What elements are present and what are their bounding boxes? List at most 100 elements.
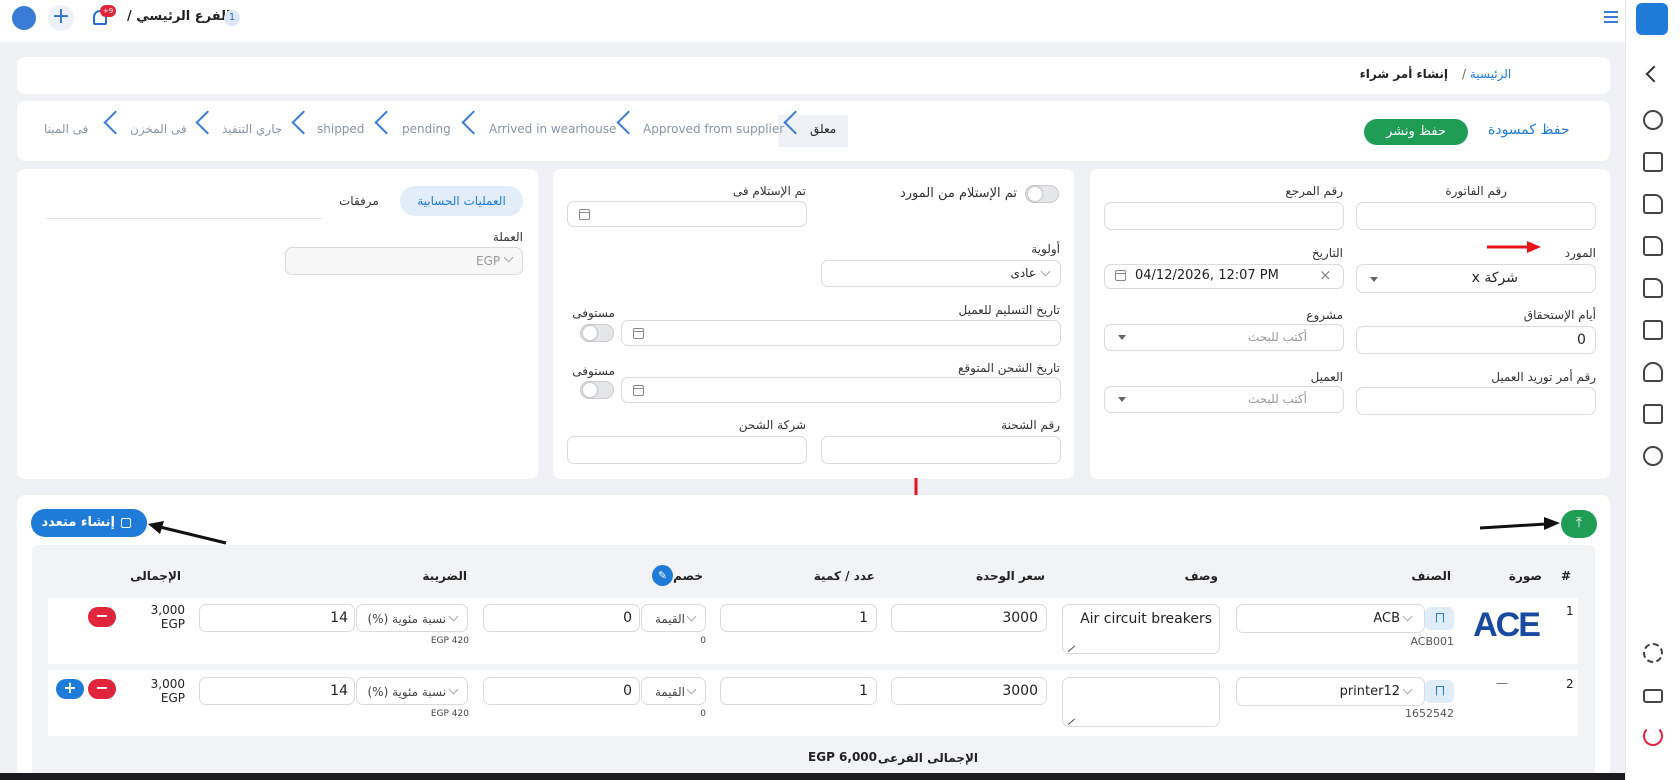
reports-chart-icon[interactable] [1643, 446, 1663, 466]
delivery-date-label: تاريخ التسليم للعميل [958, 303, 1060, 317]
package-icon[interactable] [1643, 404, 1663, 424]
currency-value: EGP [476, 254, 501, 268]
breadcrumb-current: إنشاء أمر شراء [1359, 67, 1448, 81]
users-icon[interactable] [1643, 362, 1663, 382]
remove-row-button[interactable]: − [88, 607, 116, 627]
fulfilled-toggle-2[interactable] [580, 381, 614, 399]
shipping-company-input[interactable] [567, 436, 807, 464]
received-at-calendar-icon[interactable] [579, 209, 590, 220]
document-money-icon[interactable] [1643, 278, 1663, 298]
due-days-input[interactable] [1356, 326, 1596, 354]
unit-price-value: 3000 [1002, 683, 1038, 699]
shipment-no-input[interactable] [821, 436, 1061, 464]
dashboard-icon[interactable] [1643, 110, 1663, 130]
save-draft-button[interactable]: حفظ كمسودة [1488, 122, 1570, 138]
item-value: ACB [1373, 611, 1400, 626]
red-arrow-supplier [1487, 241, 1541, 253]
bookmark-icon[interactable] [1425, 607, 1454, 630]
supplier-dropdown-icon[interactable] [1370, 277, 1378, 282]
project-dropdown-icon[interactable] [1118, 335, 1126, 340]
tax-value: 14 [330, 610, 348, 626]
stage-5[interactable]: جاري التنفيذ [222, 122, 282, 136]
project-label: مشروع [1306, 308, 1343, 322]
screen-icon[interactable] [1643, 689, 1663, 703]
qty-input[interactable] [720, 604, 877, 632]
tab-accounting[interactable]: العمليات الحسابية [400, 186, 523, 216]
customer-select[interactable] [1104, 386, 1344, 413]
received-at-input[interactable] [567, 201, 807, 227]
expected-ship-date-input[interactable] [621, 377, 1061, 403]
stage-1[interactable]: Approved from supplier [643, 122, 784, 136]
fulfilled-toggle-1[interactable] [580, 324, 614, 342]
item-image-placeholder: — [1496, 676, 1508, 690]
invoice-no-input[interactable] [1356, 202, 1596, 230]
fulfilled-label-1: مستوفى [572, 306, 615, 320]
priority-label: أولوية [1031, 242, 1060, 256]
stage-6[interactable]: فى المخزن [130, 122, 187, 136]
branch-label: الفرع الرئيسي / [127, 9, 231, 24]
top-bar [0, 0, 1625, 42]
menu-hamburger-icon[interactable] [1604, 11, 1618, 23]
stage-3[interactable]: pending [402, 122, 451, 136]
desc-textarea[interactable] [1062, 677, 1220, 727]
discount-input[interactable] [483, 604, 640, 632]
tab-attachments[interactable]: مرفقات [339, 194, 379, 208]
date-clear-icon[interactable]: × [1319, 266, 1332, 284]
header-tax: الضريبة [422, 569, 467, 583]
stage-0[interactable]: معلق [810, 122, 836, 136]
item-code: ACB001 [1410, 635, 1454, 648]
tax-value: 14 [330, 683, 348, 699]
subtotal-label: الإجمالى الفرعى [877, 751, 978, 765]
due-days-label: أيام الإستحقاق [1523, 308, 1596, 322]
branch-selector[interactable]: الفرع الرئيسي / [127, 9, 230, 24]
header-unit-price: سعر الوحدة [975, 569, 1045, 583]
tax-type-value: نسبة مئوية (%) [367, 612, 446, 626]
unit-price-value: 3000 [1002, 610, 1038, 626]
row-num: 2 [1566, 677, 1574, 691]
row-total: 3,000 [150, 603, 185, 617]
project-select[interactable] [1104, 324, 1344, 351]
black-arrow-left [148, 521, 227, 545]
customer-po-input[interactable] [1356, 387, 1596, 415]
stage-4[interactable]: shipped [317, 122, 364, 136]
qty-input[interactable] [720, 677, 877, 705]
header-item: الصنف [1411, 569, 1451, 583]
tabs-underline [46, 218, 322, 219]
save-publish-button[interactable]: حفظ ونشر [1364, 119, 1468, 145]
invoice-icon[interactable] [1643, 152, 1663, 172]
document-search-icon[interactable] [1643, 194, 1663, 214]
boxes-icon[interactable] [1643, 320, 1663, 340]
settings-gear-icon[interactable] [1643, 643, 1663, 663]
power-icon[interactable] [1643, 726, 1663, 746]
breadcrumb-home[interactable]: الرئيسية [1470, 67, 1511, 81]
bookmark-icon[interactable] [1425, 680, 1454, 703]
expected-ship-date-calendar-icon[interactable] [633, 385, 644, 396]
header-qty: عدد / كمية [813, 569, 875, 583]
item-value: printer12 [1339, 684, 1400, 699]
discount-input[interactable] [483, 677, 640, 705]
discount-sub: 0 [700, 636, 706, 646]
priority-value: عادى [1010, 266, 1036, 280]
delivery-date-calendar-icon[interactable] [633, 328, 644, 339]
reference-no-input[interactable] [1104, 202, 1344, 230]
header-total: الإجمالى [130, 569, 181, 583]
stage-7[interactable]: فى المينا [44, 122, 88, 136]
rail-logo[interactable] [1636, 3, 1668, 35]
due-days-value: 0 [1577, 332, 1586, 348]
tax-sub: EGP 420 [430, 709, 469, 719]
delivery-date-input[interactable] [621, 320, 1061, 346]
date-calendar-icon[interactable] [1115, 270, 1126, 281]
scroll-top-button[interactable]: ⤒ [1561, 510, 1597, 538]
add-row-button[interactable]: + [56, 679, 84, 699]
header-image: صورة [1508, 569, 1542, 583]
received-from-supplier-toggle[interactable] [1025, 185, 1059, 203]
qty-value: 1 [859, 683, 868, 699]
header-num: # [1561, 569, 1572, 583]
breadcrumb-separator: / [1462, 67, 1467, 81]
document-icon[interactable] [1643, 236, 1663, 256]
remove-row-button[interactable]: − [88, 679, 116, 699]
add-icon[interactable]: + [48, 5, 74, 31]
discount-edit-icon[interactable]: ✎ [652, 565, 673, 586]
customer-dropdown-icon[interactable] [1118, 397, 1126, 402]
stage-2[interactable]: Arrived in wearhouse [489, 122, 616, 136]
